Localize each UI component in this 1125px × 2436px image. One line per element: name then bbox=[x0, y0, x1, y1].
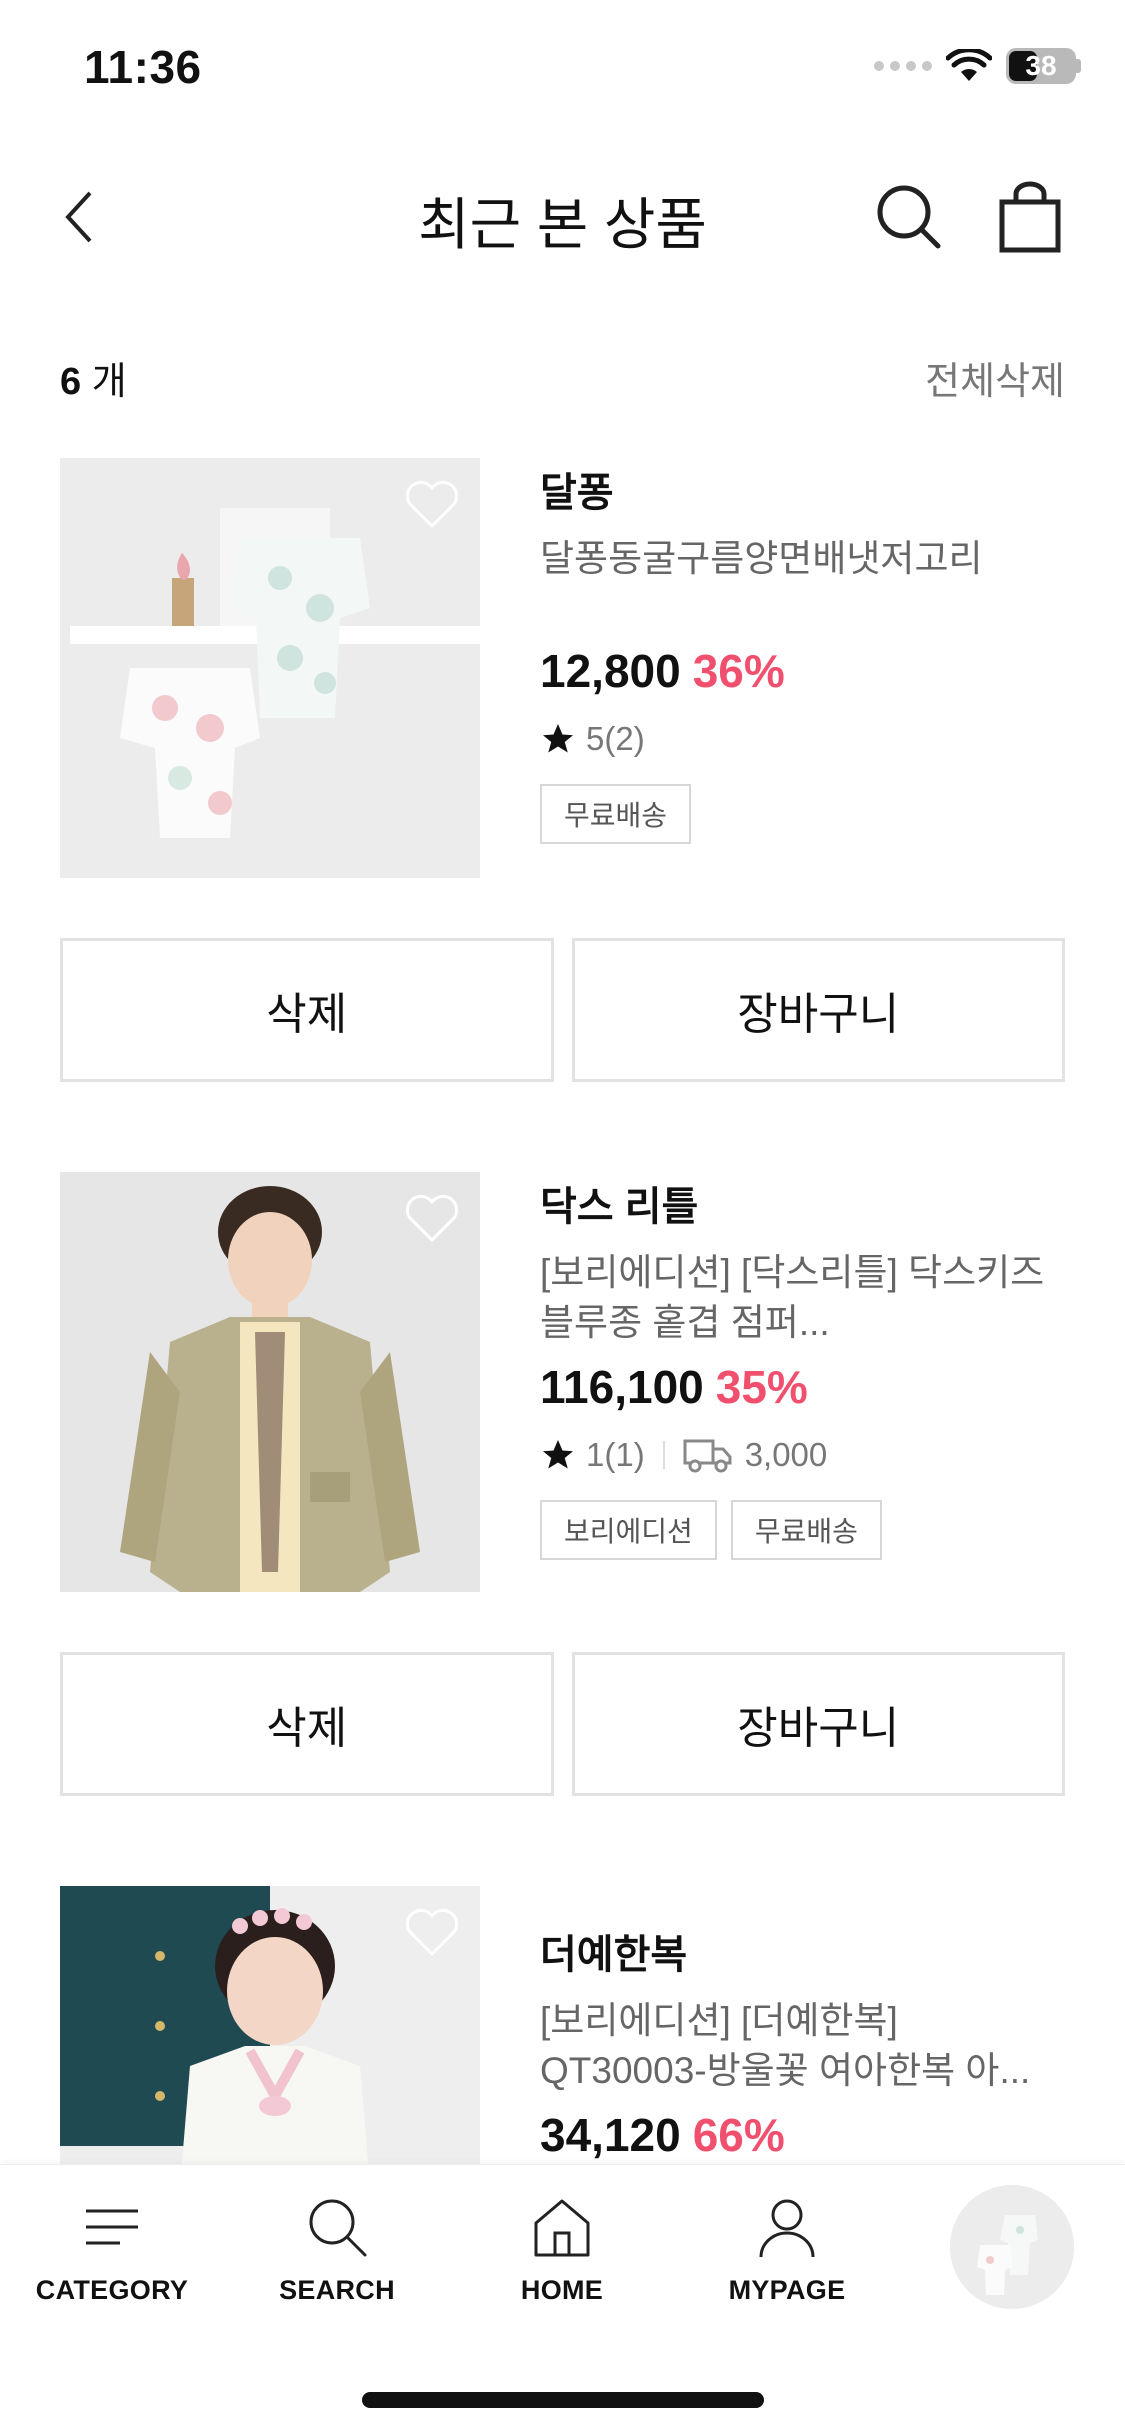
product-item: 달퐁 달퐁동굴구름양면배냇저고리 12,800 36% 5(2) 무료배송 삭제 … bbox=[60, 458, 1065, 1088]
product-tags: 보리에디션 무료배송 bbox=[540, 1500, 1065, 1560]
cart-button[interactable] bbox=[992, 180, 1068, 256]
product-meta: 1(1) 3,000 bbox=[540, 1436, 1065, 1474]
product-meta: 5(2) bbox=[540, 720, 1065, 758]
product-image[interactable] bbox=[60, 458, 480, 878]
delete-all-button[interactable]: 전체삭제 bbox=[925, 350, 1065, 405]
nav-label: MYPAGE bbox=[728, 2275, 846, 2305]
product-image[interactable] bbox=[60, 1172, 480, 1592]
tag-badge: 보리에디션 bbox=[540, 1500, 717, 1560]
truck-icon bbox=[683, 1439, 732, 1473]
product-actions: 삭제 장바구니 bbox=[60, 938, 1065, 1082]
product-brand: 닥스 리틀 bbox=[540, 1185, 699, 1229]
wifi-icon bbox=[946, 49, 992, 81]
star-icon bbox=[543, 724, 573, 753]
product-tags: 무료배송 bbox=[540, 784, 1065, 844]
product-item: 닥스 리틀 [보리에디션] [닥스리틀] 닥스키즈 블루종 홑겹 점퍼... 1… bbox=[60, 1172, 1065, 1802]
product-price: 116,100 35% bbox=[540, 1361, 808, 1413]
user-icon bbox=[759, 2199, 815, 2258]
recent-product-thumbnail[interactable] bbox=[950, 2185, 1074, 2309]
tag-badge: 무료배송 bbox=[730, 1500, 882, 1560]
search-icon bbox=[877, 185, 941, 249]
product-info: 달퐁 달퐁동굴구름양면배냇저고리 12,800 36% 5(2) 무료배송 bbox=[540, 458, 1065, 844]
product-image[interactable] bbox=[60, 1886, 480, 2164]
product-name[interactable]: [보리에디션] [더예한복] QT30003-방울꽃 여아한복 아... bbox=[540, 1996, 1065, 2096]
menu-icon bbox=[86, 2209, 138, 2245]
shipping-fee: 3,000 bbox=[744, 1436, 828, 1473]
item-count: 6 개 bbox=[60, 360, 127, 403]
nav-label: SEARCH bbox=[279, 2275, 395, 2305]
status-bar: 11:36 38 bbox=[0, 0, 1125, 132]
product-rating: 1(1) bbox=[586, 1436, 645, 1473]
product-brand: 더예한복 bbox=[540, 1933, 688, 1977]
product-price: 34,120 66% bbox=[540, 2109, 785, 2161]
signal-icon bbox=[874, 61, 932, 71]
product-rating: 5(2) bbox=[586, 720, 645, 757]
delete-button[interactable]: 삭제 bbox=[60, 1652, 554, 1796]
product-price: 12,800 36% bbox=[540, 645, 785, 697]
delete-button[interactable]: 삭제 bbox=[60, 938, 554, 1082]
battery-level: 38 bbox=[1025, 50, 1057, 81]
heart-icon[interactable] bbox=[404, 480, 460, 530]
product-name[interactable]: 달퐁동굴구름양면배냇저고리 bbox=[540, 534, 1065, 584]
home-icon bbox=[534, 2199, 590, 2257]
product-brand: 달퐁 bbox=[540, 471, 614, 515]
search-button[interactable] bbox=[872, 180, 948, 256]
status-time: 11:36 bbox=[84, 41, 202, 93]
nav-search[interactable]: SEARCH bbox=[237, 2195, 437, 2306]
nav-mypage[interactable]: MYPAGE bbox=[687, 2195, 887, 2306]
search-icon bbox=[309, 2199, 367, 2257]
battery-icon: 38 bbox=[1006, 48, 1076, 84]
product-info: 닥스 리틀 [보리에디션] [닥스리틀] 닥스키즈 블루종 홑겹 점퍼... 1… bbox=[540, 1172, 1065, 1560]
product-actions: 삭제 장바구니 bbox=[60, 1652, 1065, 1796]
heart-icon[interactable] bbox=[404, 1194, 460, 1244]
nav-label: CATEGORY bbox=[35, 2275, 189, 2305]
page-title: 최근 본 상품 bbox=[418, 193, 707, 256]
nav-home[interactable]: HOME bbox=[462, 2195, 662, 2306]
add-to-cart-button[interactable]: 장바구니 bbox=[571, 938, 1065, 1082]
nav-category[interactable]: CATEGORY bbox=[12, 2195, 212, 2306]
home-indicator bbox=[362, 2392, 764, 2408]
star-icon bbox=[543, 1440, 573, 1469]
product-item: 더예한복 [보리에디션] [더예한복] QT30003-방울꽃 여아한복 아..… bbox=[60, 1886, 1065, 2164]
product-info: 더예한복 [보리에디션] [더예한복] QT30003-방울꽃 여아한복 아..… bbox=[540, 1886, 1065, 2162]
add-to-cart-button[interactable]: 장바구니 bbox=[571, 1652, 1065, 1796]
heart-icon[interactable] bbox=[404, 1908, 460, 1958]
list-summary: 6 개 전체삭제 bbox=[60, 350, 1065, 405]
status-indicators: 38 bbox=[874, 48, 1081, 84]
bag-icon bbox=[999, 181, 1061, 253]
product-name[interactable]: [보리에디션] [닥스리틀] 닥스키즈 블루종 홑겹 점퍼... bbox=[540, 1248, 1065, 1348]
header: 최근 본 상품 bbox=[0, 150, 1125, 280]
nav-label: HOME bbox=[520, 2275, 604, 2305]
tag-badge: 무료배송 bbox=[540, 784, 692, 844]
